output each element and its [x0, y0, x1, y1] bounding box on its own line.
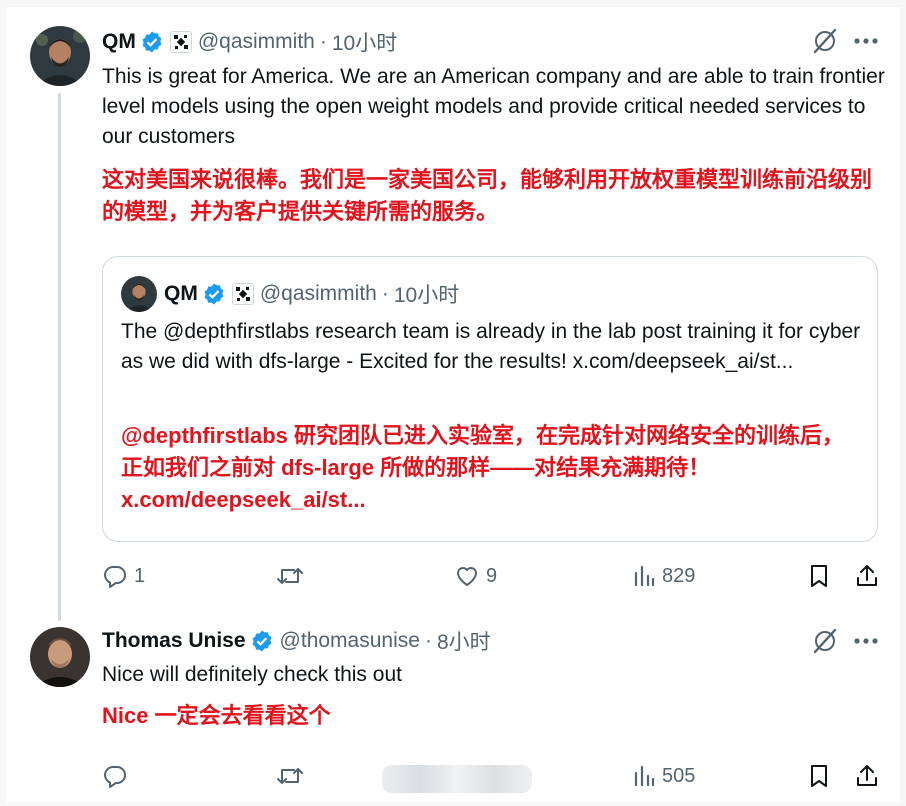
quote-avatar — [121, 276, 157, 312]
repost-icon — [277, 568, 303, 584]
reply-translation: Nice 一定会去看看这个 — [102, 703, 331, 728]
views-icon — [634, 765, 655, 787]
views-button[interactable]: 829 — [632, 558, 695, 594]
thread-line — [58, 93, 61, 621]
share-button[interactable] — [854, 758, 880, 794]
window-left-edge — [0, 0, 6, 806]
grok-icon[interactable] — [808, 26, 842, 56]
reply-icon — [104, 766, 126, 788]
reply-handle[interactable]: @thomasunise — [280, 629, 420, 653]
reply-count: 1 — [134, 564, 146, 587]
quote-timestamp: 10小时 — [393, 284, 460, 307]
timestamp[interactable]: 10小时 — [332, 27, 397, 57]
reply-icon — [104, 566, 126, 588]
verified-badge-icon — [250, 629, 274, 653]
bookmark-icon — [811, 765, 827, 787]
window-right-edge — [900, 0, 906, 806]
quote-text: The @depthfirstlabs research team is alr… — [121, 320, 861, 373]
reply-button[interactable]: 1 — [102, 558, 145, 594]
repost-icon — [277, 768, 303, 784]
grok-icon[interactable] — [808, 626, 842, 656]
tweet-text: This is great for America. We are an Ame… — [102, 65, 885, 148]
quote-header: QM @qasimmith · 10小时 — [164, 280, 459, 308]
quote-author-name: QM — [164, 282, 198, 305]
bookmark-button[interactable] — [807, 558, 831, 594]
quote-translation: @depthfirstlabs 研究团队已进入实验室，在完成针对网络安全的训练后… — [121, 423, 845, 512]
tweet-actions: 1 9 829 — [102, 558, 882, 594]
verified-badge-icon — [140, 30, 164, 54]
view-count: 829 — [662, 564, 696, 587]
affiliate-badge-icon — [231, 283, 254, 305]
author-handle[interactable]: @qasimmith — [198, 30, 315, 54]
like-count: 9 — [486, 564, 498, 587]
window-bottom-edge — [0, 802, 906, 806]
reply-timestamp[interactable]: 8小时 — [437, 626, 491, 656]
share-icon — [857, 765, 877, 786]
repost-button[interactable] — [275, 758, 311, 794]
repost-button[interactable] — [275, 558, 311, 594]
bookmark-icon — [811, 565, 827, 587]
share-button[interactable] — [854, 558, 880, 594]
more-icon[interactable] — [850, 626, 882, 656]
separator: · — [381, 282, 389, 305]
like-button[interactable]: 9 — [454, 558, 497, 594]
window-top-edge — [0, 0, 906, 7]
reply-avatar[interactable] — [30, 627, 90, 687]
views-icon — [634, 565, 655, 587]
reply-header: Thomas Unise @thomasunise · 8小时 — [102, 627, 491, 655]
bookmark-button[interactable] — [807, 758, 831, 794]
separator: · — [319, 30, 327, 53]
views-button[interactable]: 505 — [632, 758, 695, 794]
tweet-header: QM @qasimmith · 10小时 — [102, 28, 397, 56]
author-name[interactable]: QM — [102, 30, 136, 54]
tweet-translation: 这对美国来说很棒。我们是一家美国公司，能够利用开放权重模型训练前沿级别的模型，并… — [102, 167, 873, 224]
quote-handle: @qasimmith — [259, 282, 377, 305]
avatar[interactable] — [30, 26, 90, 86]
view-count: 505 — [662, 764, 696, 787]
reply-button[interactable] — [102, 758, 134, 794]
separator: · — [424, 629, 432, 652]
watermark-overlay — [382, 765, 532, 793]
like-icon — [457, 567, 477, 586]
verified-badge-icon — [202, 282, 226, 306]
share-icon — [857, 565, 877, 586]
more-icon[interactable] — [850, 26, 882, 56]
affiliate-badge-icon[interactable] — [169, 31, 192, 53]
reply-author-name[interactable]: Thomas Unise — [102, 629, 246, 653]
reply-text: Nice will definitely check this out — [102, 663, 402, 686]
